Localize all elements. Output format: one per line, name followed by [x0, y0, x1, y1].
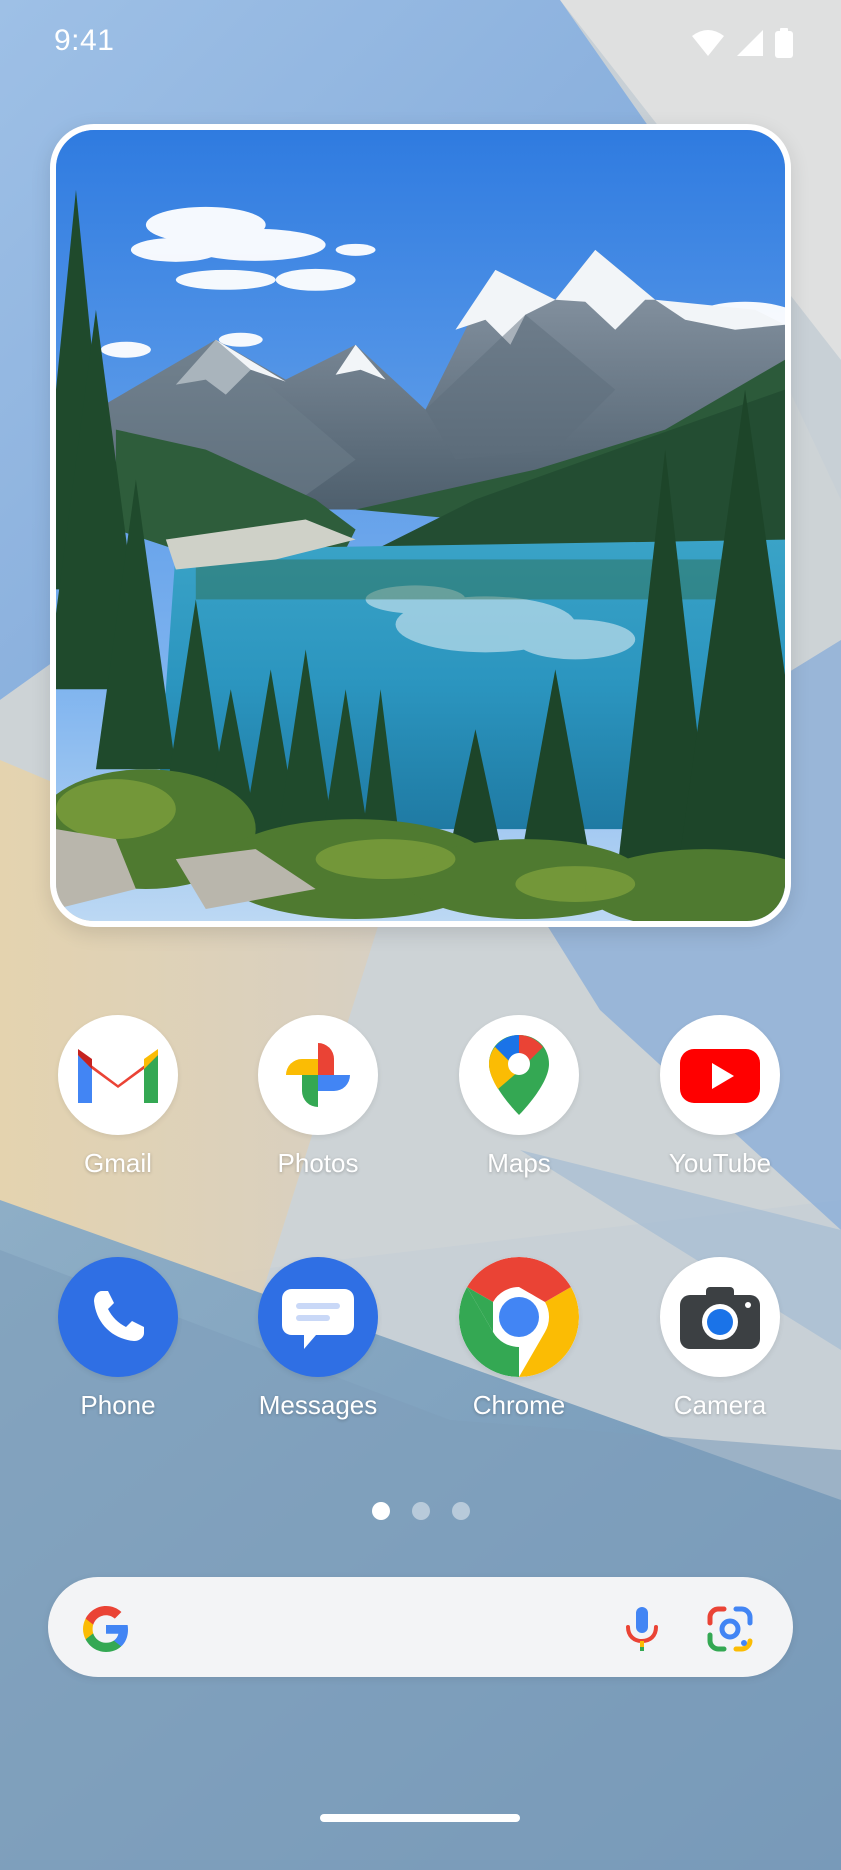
photos-icon [258, 1015, 378, 1135]
photo-widget[interactable] [50, 124, 791, 927]
chrome-icon [459, 1257, 579, 1377]
phone-icon [58, 1257, 178, 1377]
page-indicator [0, 1502, 841, 1520]
app-label: Messages [258, 1390, 378, 1420]
wifi-icon [691, 28, 725, 63]
gmail-icon [58, 1015, 178, 1135]
google-search-bar[interactable] [48, 1577, 793, 1677]
maps-icon [459, 1015, 579, 1135]
app-gmail[interactable]: Gmail [38, 1015, 198, 1179]
youtube-icon [660, 1015, 780, 1135]
google-g-icon [83, 1606, 128, 1652]
app-label: Maps [487, 1148, 551, 1178]
battery-icon [775, 28, 793, 63]
app-camera[interactable]: Camera [640, 1257, 800, 1421]
google-lens-icon[interactable] [702, 1601, 758, 1657]
camera-icon [660, 1257, 780, 1377]
status-time: 9:41 [54, 24, 115, 57]
app-photos[interactable]: Photos [238, 1015, 398, 1179]
landscape-photo [56, 130, 785, 921]
signal-icon [735, 28, 765, 63]
gesture-navigation-bar[interactable] [320, 1814, 520, 1822]
search-input[interactable] [158, 1607, 602, 1649]
status-bar: 9:41 [0, 0, 841, 86]
app-messages[interactable]: Messages [238, 1257, 398, 1421]
microphone-icon[interactable] [614, 1601, 670, 1657]
app-label: Chrome [472, 1390, 566, 1420]
page-dot[interactable] [371, 1502, 390, 1520]
page-dot[interactable] [451, 1502, 470, 1520]
app-maps[interactable]: Maps [439, 1015, 599, 1179]
status-icons [691, 28, 793, 63]
app-label: YouTube [668, 1148, 772, 1178]
app-phone[interactable]: Phone [38, 1257, 198, 1421]
messages-icon [258, 1257, 378, 1377]
app-youtube[interactable]: YouTube [640, 1015, 800, 1179]
app-label: Photos [277, 1148, 359, 1178]
page-dot[interactable] [411, 1502, 430, 1520]
app-label: Gmail [84, 1148, 152, 1178]
app-label: Phone [80, 1390, 156, 1420]
app-chrome[interactable]: Chrome [439, 1257, 599, 1421]
app-label: Camera [673, 1390, 767, 1420]
